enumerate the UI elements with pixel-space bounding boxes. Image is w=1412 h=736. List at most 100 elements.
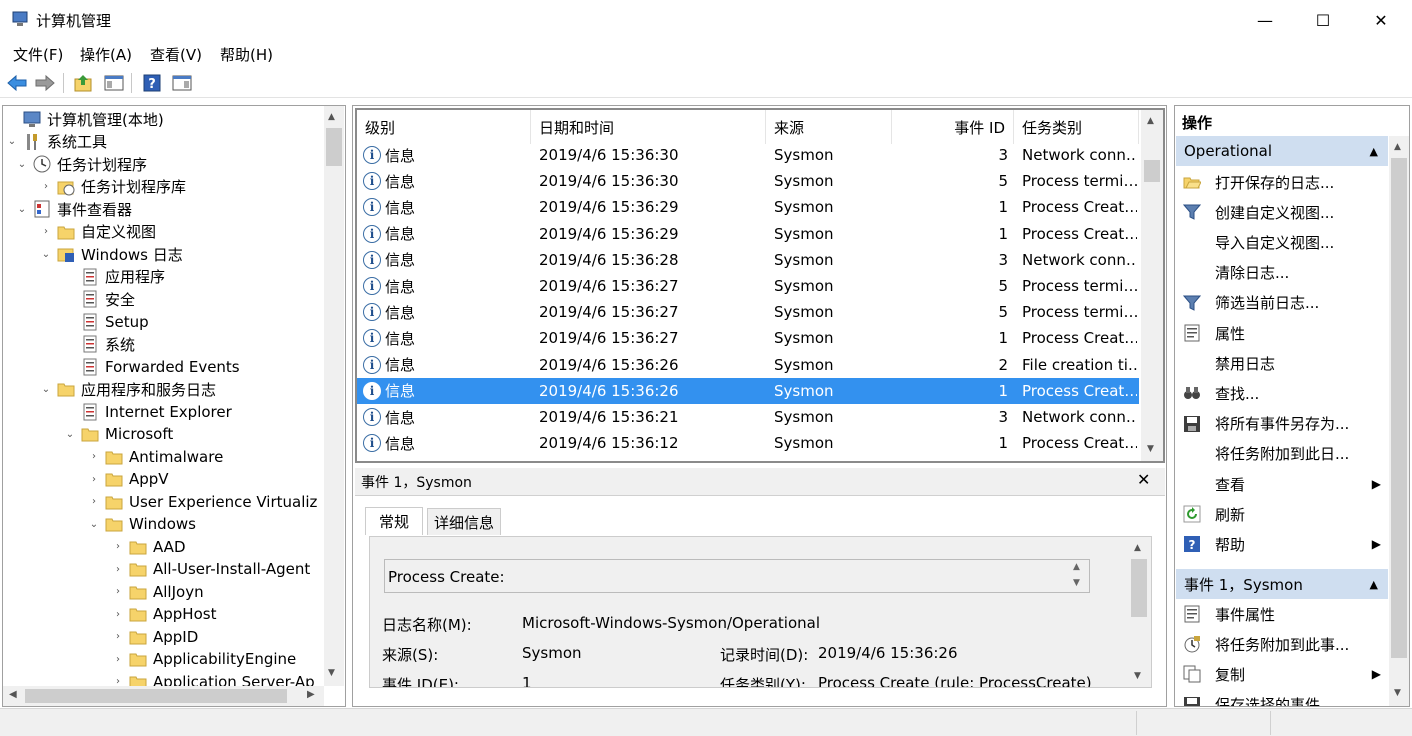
console-tree[interactable]: 计算机管理(本地) ⌄ 系统工具 ⌄ 任务计划程序 › 任务计划程序库 ⌄ 事件查看器 › 自定义视…	[2, 105, 346, 707]
tree-item[interactable]: › 任务计划程序库	[41, 176, 186, 198]
column-header-event-id[interactable]: 事件 ID	[892, 110, 1014, 144]
event-row[interactable]: i 信息 2019/4/6 15:36:27 Sysmon 5 Process termi…	[357, 299, 1139, 325]
action-item[interactable]: ? 帮助 ▶	[1183, 529, 1383, 559]
scroll-up-arrow-icon[interactable]: ▲	[1073, 562, 1080, 572]
column-header-datetime[interactable]: 日期和时间	[531, 110, 766, 144]
up-folder-icon[interactable]	[72, 71, 96, 95]
detail-scroll-thumb[interactable]	[1131, 559, 1147, 617]
actions-section-event[interactable]: 事件 1，Sysmon ▲	[1176, 569, 1388, 599]
actions-scroll-thumb[interactable]	[1391, 158, 1407, 658]
tree-item[interactable]: 安全	[65, 288, 135, 310]
tree-vertical-scrollbar[interactable]: ▲ ▼	[324, 106, 344, 686]
event-row[interactable]: i 信息 2019/4/6 15:36:26 Sysmon 2 File creation…	[357, 352, 1139, 378]
event-row[interactable]: i 信息 2019/4/6 15:36:26 Sysmon 1 Process Creat…	[357, 377, 1139, 404]
scroll-down-arrow-icon[interactable]: ▼	[328, 668, 335, 678]
tree-item[interactable]: ⌄ Windows	[89, 513, 196, 535]
action-item[interactable]: 打开保存的日志...	[1183, 167, 1383, 197]
actions-scrollbar[interactable]: ▲ ▼	[1389, 136, 1409, 706]
chevron-down-icon[interactable]: ⌄	[17, 204, 27, 215]
action-item[interactable]: 禁用日志	[1183, 348, 1383, 378]
tree-item[interactable]: 计算机管理(本地)	[7, 108, 164, 130]
event-row[interactable]: i 信息 2019/4/6 15:36:29 Sysmon 1 Process Creat…	[357, 194, 1139, 220]
action-item[interactable]: 事件属性	[1183, 599, 1383, 629]
action-item[interactable]: 导入自定义视图...	[1183, 227, 1383, 257]
tree-item[interactable]: › AppV	[89, 468, 169, 490]
chevron-down-icon[interactable]: ⌄	[41, 249, 51, 260]
chevron-down-icon[interactable]: ⌄	[17, 159, 27, 170]
chevron-right-icon[interactable]: ›	[41, 181, 51, 192]
action-item[interactable]: 复制 ▶	[1183, 659, 1383, 689]
chevron-right-icon[interactable]: ›	[89, 496, 99, 507]
event-row[interactable]: i 信息 2019/4/6 15:36:12 Sysmon 1 Process Creat…	[357, 430, 1139, 456]
scroll-up-arrow-icon[interactable]: ▲	[1147, 116, 1154, 126]
tree-item[interactable]: › ApplicabilityEngine	[113, 648, 296, 670]
tree-item[interactable]: ⌄ 系统工具	[7, 131, 107, 153]
event-row[interactable]: i 信息 2019/4/6 15:36:27 Sysmon 1 Process Creat…	[357, 325, 1139, 351]
menu-action[interactable]: 操作(A)	[80, 44, 132, 65]
action-item[interactable]: 查看 ▶	[1183, 469, 1383, 499]
tree-item[interactable]: › 自定义视图	[41, 221, 156, 243]
action-item[interactable]: 属性	[1183, 318, 1383, 348]
close-detail-icon[interactable]: ✕	[1137, 470, 1150, 489]
chevron-right-icon[interactable]: ›	[113, 541, 123, 552]
event-row[interactable]: i 信息 2019/4/6 15:36:30 Sysmon 3 Network conn…	[357, 142, 1139, 168]
action-item[interactable]: 将任务附加到此事...	[1183, 629, 1383, 659]
chevron-right-icon[interactable]: ›	[113, 654, 123, 665]
chevron-right-icon[interactable]: ›	[89, 474, 99, 485]
tree-item[interactable]: ⌄ Windows 日志	[41, 243, 183, 265]
chevron-right-icon[interactable]: ›	[113, 631, 123, 642]
event-row[interactable]: i 信息 2019/4/6 15:36:29 Sysmon 1 Process Creat…	[357, 221, 1139, 247]
description-box[interactable]: Process Create: ▲ ▼	[384, 559, 1090, 593]
action-item[interactable]: 保存选择的事件...	[1183, 690, 1383, 706]
scroll-up-arrow-icon[interactable]: ▲	[328, 112, 335, 122]
tree-item[interactable]: › AllJoyn	[113, 581, 204, 603]
tree-item[interactable]: › User Experience Virtualiz	[89, 491, 317, 513]
scroll-down-arrow-icon[interactable]: ▼	[1394, 688, 1401, 698]
scroll-down-arrow-icon[interactable]: ▼	[1147, 444, 1154, 454]
tree-item[interactable]: › AppHost	[113, 603, 216, 625]
menu-file[interactable]: 文件(F)	[13, 44, 63, 65]
tab-general[interactable]: 常规	[365, 507, 423, 535]
collapse-icon[interactable]: ▲	[1370, 145, 1378, 158]
chevron-down-icon[interactable]: ⌄	[89, 519, 99, 530]
tree-item[interactable]: ⌄ Microsoft	[65, 423, 173, 445]
close-button[interactable]: ✕	[1352, 0, 1410, 40]
event-list[interactable]: 级别 日期和时间 来源 事件 ID 任务类别 i 信息 2019/4/6 15:36…	[355, 108, 1165, 463]
column-header-level[interactable]: 级别	[357, 110, 531, 144]
minimize-button[interactable]: —	[1236, 0, 1294, 40]
event-list-scroll-thumb[interactable]	[1144, 160, 1160, 182]
scroll-right-arrow-icon[interactable]: ▶	[307, 689, 315, 700]
show-hide-tree-icon[interactable]	[102, 71, 126, 95]
action-item[interactable]: 清除日志...	[1183, 258, 1383, 288]
event-row[interactable]: i 信息 2019/4/6 15:36:27 Sysmon 5 Process termi…	[357, 273, 1139, 299]
tree-hscroll-thumb[interactable]	[25, 689, 287, 703]
event-row[interactable]: i 信息 2019/4/6 15:36:30 Sysmon 5 Process termi…	[357, 168, 1139, 194]
scroll-down-arrow-icon[interactable]: ▼	[1073, 578, 1080, 588]
tree-item[interactable]: Forwarded Events	[65, 356, 240, 378]
forward-arrow-icon[interactable]	[33, 71, 57, 95]
tree-item[interactable]: 系统	[65, 333, 135, 355]
tree-item[interactable]: › All-User-Install-Agent	[113, 558, 310, 580]
maximize-button[interactable]: ☐	[1294, 0, 1352, 40]
action-item[interactable]: 将所有事件另存为...	[1183, 409, 1383, 439]
chevron-right-icon[interactable]: ›	[113, 586, 123, 597]
actions-section-operational[interactable]: Operational ▲	[1176, 136, 1388, 166]
chevron-down-icon[interactable]: ⌄	[65, 429, 75, 440]
help-icon[interactable]: ?	[140, 71, 164, 95]
chevron-right-icon[interactable]: ›	[41, 226, 51, 237]
tree-item[interactable]: › AAD	[113, 536, 186, 558]
collapse-icon[interactable]: ▲	[1370, 578, 1378, 591]
tree-item[interactable]: Setup	[65, 311, 149, 333]
action-item[interactable]: 筛选当前日志...	[1182, 288, 1383, 318]
tab-details[interactable]: 详细信息	[427, 508, 501, 535]
action-item[interactable]: 查找...	[1183, 378, 1383, 408]
action-item[interactable]: 刷新	[1183, 499, 1383, 529]
menu-view[interactable]: 查看(V)	[150, 44, 202, 65]
chevron-right-icon[interactable]: ›	[113, 609, 123, 620]
action-item[interactable]: 将任务附加到此日...	[1183, 439, 1383, 469]
tree-horizontal-scrollbar[interactable]: ◀ ▶	[3, 686, 324, 706]
action-item[interactable]: 创建自定义视图...	[1182, 197, 1383, 227]
tree-item[interactable]: ⌄ 事件查看器	[17, 198, 132, 220]
tree-item[interactable]: › Antimalware	[89, 446, 223, 468]
detail-scrollbar[interactable]: ▲ ▼	[1128, 537, 1150, 687]
